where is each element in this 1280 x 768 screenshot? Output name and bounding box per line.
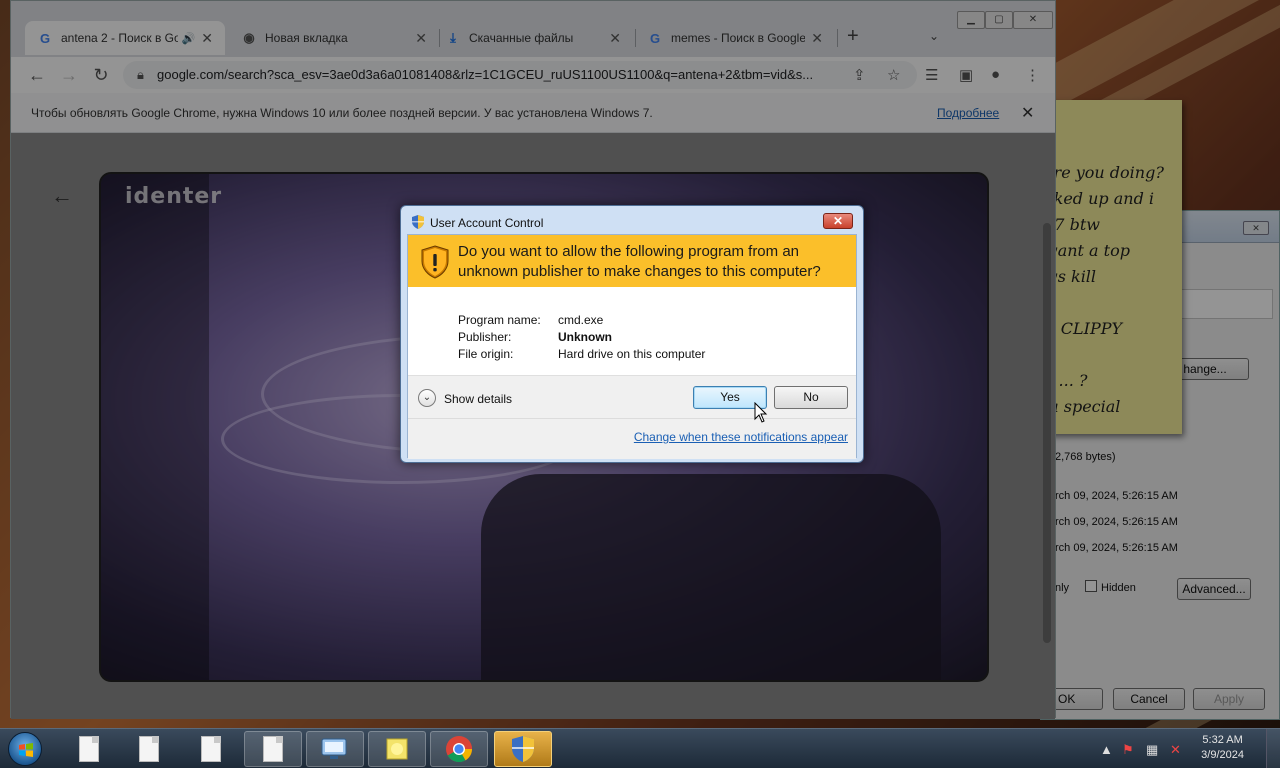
field-label: Publisher: — [458, 330, 512, 344]
publisher-row: Publisher: Unknown — [458, 330, 705, 347]
footer-divider — [408, 418, 856, 419]
field-label: File origin: — [458, 347, 514, 361]
taskbar-document-button[interactable] — [244, 731, 302, 767]
uac-close-button[interactable]: ✕ — [823, 213, 853, 229]
uac-warning-banner: Do you want to allow the following progr… — [408, 235, 856, 287]
tray-expand-icon[interactable]: ▲ — [1100, 742, 1113, 757]
chevron-down-icon[interactable]: ⌄ — [418, 389, 436, 407]
sticky-notes-icon — [386, 738, 408, 760]
chrome-icon — [446, 736, 473, 763]
document-icon — [79, 736, 99, 762]
publisher-value: Unknown — [558, 330, 612, 344]
clock-date: 3/9/2024 — [1201, 749, 1244, 761]
network-icon[interactable]: ▦ — [1146, 742, 1158, 758]
warning-shield-icon — [421, 245, 449, 279]
no-button[interactable]: No — [774, 386, 848, 409]
taskbar-document-button[interactable] — [120, 731, 178, 767]
file-origin-row: File origin: Hard drive on this computer — [458, 347, 705, 364]
volume-muted-icon[interactable]: ✕ — [1170, 742, 1181, 758]
mouse-cursor-icon — [754, 402, 768, 423]
show-desktop-button[interactable] — [1266, 729, 1280, 768]
program-name-row: Program name: cmd.exe — [458, 313, 705, 330]
taskbar-document-button[interactable] — [182, 731, 240, 767]
uac-body: Do you want to allow the following progr… — [407, 234, 857, 459]
control-panel-icon — [321, 738, 347, 759]
program-name-value: cmd.exe — [558, 313, 604, 327]
taskbar-sticky-notes-button[interactable] — [368, 731, 426, 767]
clock[interactable]: 5:32 AM 3/9/2024 — [1201, 733, 1244, 763]
system-tray: ▲ ⚑ ▦ ✕ 5:32 AM 3/9/2024 — [1100, 729, 1280, 768]
action-center-icon[interactable]: ⚑ — [1122, 742, 1134, 758]
uac-question: Do you want to allow the following progr… — [458, 243, 821, 280]
uac-program-info: Program name: cmd.exe Publisher: Unknown… — [458, 313, 705, 364]
show-details-toggle[interactable]: Show details — [444, 392, 512, 406]
clock-time: 5:32 AM — [1202, 734, 1243, 746]
document-icon — [139, 736, 159, 762]
taskbar: ▲ ⚑ ▦ ✕ 5:32 AM 3/9/2024 — [0, 728, 1280, 768]
document-icon — [263, 736, 283, 762]
file-origin-value: Hard drive on this computer — [558, 347, 706, 361]
uac-title: User Account Control — [430, 216, 544, 230]
document-icon — [201, 736, 221, 762]
uac-dialog: User Account Control ✕ Do you want to al… — [400, 205, 864, 463]
taskbar-control-panel-button[interactable] — [306, 731, 364, 767]
uac-shield-icon — [512, 736, 534, 762]
start-button[interactable] — [8, 732, 42, 766]
windows-logo-icon — [19, 743, 33, 757]
taskbar-document-button[interactable] — [60, 731, 118, 767]
uac-shield-icon — [412, 215, 424, 229]
taskbar-chrome-button[interactable] — [430, 731, 488, 767]
taskbar-uac-button[interactable] — [494, 731, 552, 767]
notification-settings-link[interactable]: Change when these notifications appear — [634, 430, 848, 444]
field-label: Program name: — [458, 313, 541, 327]
uac-footer: ⌄ Show details Yes No Change when these … — [408, 375, 856, 459]
uac-titlebar: User Account Control ✕ — [401, 206, 863, 234]
